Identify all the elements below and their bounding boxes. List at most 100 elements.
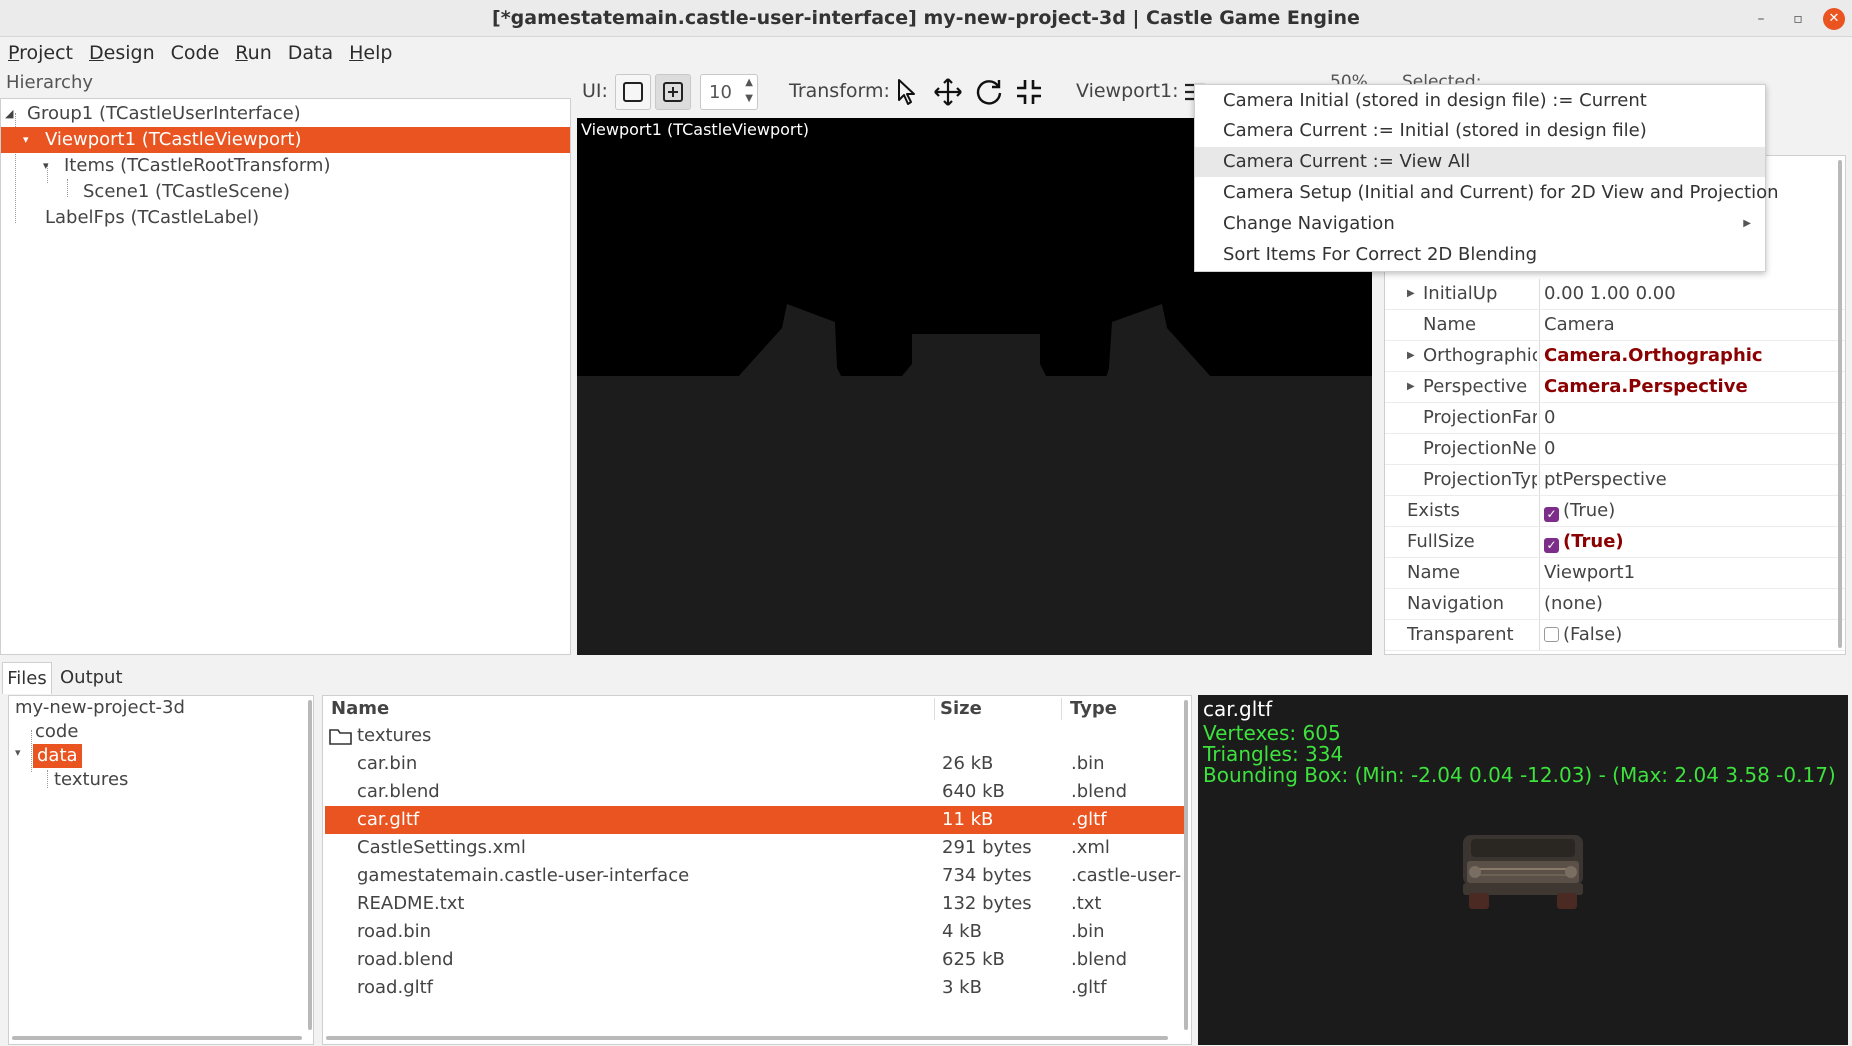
prop-row[interactable]: Exists ✓ (True) — [1385, 496, 1845, 527]
spin-up-icon[interactable]: ▲ — [745, 77, 753, 88]
menu-item-camera-current-initial[interactable]: Camera Current := Initial (stored in des… — [1195, 116, 1765, 146]
viewport-dropdown-menu: Camera Initial (stored in design file) :… — [1194, 84, 1779, 272]
snap-spinbox[interactable]: 10 ▲ ▼ — [700, 74, 758, 110]
prop-row[interactable]: Navigation (none) — [1385, 589, 1845, 620]
file-tree-hscrollbar[interactable] — [12, 1036, 302, 1040]
viewport-caption: Viewport1 (TCastleViewport) — [581, 120, 809, 139]
menu-project[interactable]: Project — [8, 37, 81, 69]
menu-bar: Project Design Code Run Data Help — [0, 37, 1852, 69]
column-header-size[interactable]: Size — [940, 696, 982, 722]
close-icon[interactable]: ✕ — [1823, 8, 1845, 30]
menu-item-camera-initial-current[interactable]: Camera Initial (stored in design file) :… — [1195, 86, 1765, 116]
tree-connector — [47, 770, 48, 788]
menu-run[interactable]: Run — [227, 37, 279, 69]
preview-bounding-box: Bounding Box: (Min: -2.04 0.04 -12.03) -… — [1203, 763, 1836, 787]
scale-tool-button[interactable] — [1011, 74, 1047, 110]
collapse-arrow-icon[interactable]: ◢ — [5, 101, 13, 127]
move-arrows-icon — [934, 78, 962, 106]
expand-arrow-icon[interactable]: ▶ — [1407, 372, 1415, 402]
prop-row[interactable]: ProjectionNear 0 — [1385, 434, 1845, 465]
prop-row[interactable]: ▶ Orthographic Camera.Orthographic — [1385, 341, 1845, 372]
select-tool-button[interactable] — [890, 74, 926, 110]
add-mode-button[interactable] — [655, 74, 691, 110]
hierarchy-item-viewport1[interactable]: ▾ Viewport1 (TCastleViewport) — [1, 127, 570, 153]
file-tree-root[interactable]: my-new-project-3d — [15, 696, 185, 720]
column-divider[interactable] — [1061, 698, 1062, 720]
menu-design[interactable]: Design — [81, 37, 163, 69]
plus-square-icon — [663, 82, 683, 102]
prop-row[interactable]: Transparent (False) — [1385, 620, 1845, 651]
menu-item-camera-setup-2d[interactable]: Camera Setup (Initial and Current) for 2… — [1195, 178, 1779, 208]
move-tool-button[interactable] — [930, 74, 966, 110]
file-row[interactable]: road.bin 4 kB .bin — [325, 918, 1184, 946]
hierarchy-item-items[interactable]: ▾ Items (TCastleRootTransform) — [1, 153, 570, 179]
hierarchy-item-group1[interactable]: ◢ Group1 (TCastleUserInterface) — [1, 101, 570, 127]
prop-row[interactable]: ProjectionType ptPerspective — [1385, 465, 1845, 496]
menu-item-change-navigation[interactable]: Change Navigation ▶ — [1195, 209, 1765, 239]
tab-files[interactable]: Files — [2, 662, 52, 694]
checkbox-unchecked-icon[interactable] — [1544, 627, 1559, 642]
file-row[interactable]: car.blend 640 kB .blend — [325, 778, 1184, 806]
file-tree-item-code[interactable]: code — [35, 720, 78, 744]
file-row[interactable]: car.bin 26 kB .bin — [325, 750, 1184, 778]
spin-down-icon[interactable]: ▼ — [745, 93, 753, 104]
prop-row[interactable]: ▶ InitialUp 0.00 1.00 0.00 — [1385, 279, 1845, 310]
checkbox-checked-icon[interactable]: ✓ — [1544, 538, 1559, 553]
column-header-type[interactable]: Type — [1070, 696, 1117, 722]
cursor-icon — [898, 79, 915, 105]
rect-mode-button[interactable] — [615, 74, 651, 110]
checkbox-checked-icon[interactable]: ✓ — [1544, 507, 1559, 522]
scale-icon — [1017, 80, 1041, 104]
inspector-scrollbar[interactable] — [1838, 160, 1842, 648]
collapse-arrow-icon[interactable]: ▾ — [15, 746, 21, 759]
prop-row[interactable]: Name Camera — [1385, 310, 1845, 341]
file-row-selected[interactable]: car.gltf 11 kB .gltf — [325, 806, 1184, 834]
maximize-icon[interactable]: ▫ — [1787, 8, 1809, 30]
file-row[interactable]: README.txt 132 bytes .txt — [325, 890, 1184, 918]
expand-arrow-icon[interactable]: ▶ — [1407, 341, 1415, 371]
file-tree-vscrollbar[interactable] — [308, 700, 312, 1030]
hierarchy-tree[interactable]: ◢ Group1 (TCastleUserInterface) ▾ Viewpo… — [0, 98, 571, 655]
collapse-arrow-icon[interactable]: ▾ — [43, 153, 49, 179]
file-row[interactable]: textures — [325, 722, 1184, 750]
submenu-arrow-icon: ▶ — [1743, 218, 1751, 229]
menu-item-camera-view-all[interactable]: Camera Current := View All — [1195, 147, 1765, 177]
prop-row[interactable]: FullSize ✓ (True) — [1385, 527, 1845, 558]
file-preview: car.gltf Vertexes: 605 Triangles: 334 Bo… — [1198, 695, 1848, 1045]
expand-arrow-icon[interactable]: ▶ — [1407, 279, 1415, 309]
file-list-hscrollbar[interactable] — [326, 1036, 1168, 1040]
menu-code[interactable]: Code — [163, 37, 228, 69]
collapse-arrow-icon[interactable]: ▾ — [23, 127, 29, 153]
file-list-vscrollbar[interactable] — [1184, 700, 1188, 1030]
column-header-name[interactable]: Name — [331, 696, 389, 722]
file-row[interactable]: gamestatemain.castle-user-interface 734 … — [325, 862, 1184, 890]
viewport-label: Viewport1: — [1076, 80, 1179, 102]
hierarchy-label: Hierarchy — [6, 72, 94, 93]
file-list[interactable]: Name Size Type textures car.bin 26 kB .b… — [322, 695, 1192, 1045]
transform-label: Transform: — [789, 80, 890, 102]
folder-icon — [329, 729, 352, 745]
file-tree[interactable]: my-new-project-3d code ▾ data textures — [8, 695, 314, 1045]
hierarchy-item-labelfps[interactable]: LabelFps (TCastleLabel) — [1, 205, 570, 231]
file-row[interactable]: CastleSettings.xml 291 bytes .xml — [325, 834, 1184, 862]
prop-row[interactable]: Name Viewport1 — [1385, 558, 1845, 589]
tab-output[interactable]: Output — [56, 662, 127, 694]
menu-help[interactable]: Help — [341, 37, 400, 69]
rotate-icon — [976, 80, 1002, 105]
minimize-icon[interactable]: – — [1750, 8, 1772, 30]
file-row[interactable]: road.blend 625 kB .blend — [325, 946, 1184, 974]
file-tree-item-data[interactable]: data — [33, 744, 82, 768]
preview-filename: car.gltf — [1203, 697, 1273, 721]
column-divider[interactable] — [934, 698, 935, 720]
prop-row[interactable]: ▶ Perspective Camera.Perspective — [1385, 372, 1845, 403]
rotate-tool-button[interactable] — [971, 74, 1007, 110]
file-tree-item-textures[interactable]: textures — [54, 768, 128, 792]
window-title: [*gamestatemain.castle-user-interface] m… — [492, 7, 1360, 29]
menu-item-sort-2d-blending[interactable]: Sort Items For Correct 2D Blending — [1195, 240, 1765, 270]
tree-connector — [31, 730, 32, 772]
car-model-thumbnail — [1463, 835, 1583, 909]
hierarchy-item-scene1[interactable]: Scene1 (TCastleScene) — [1, 179, 570, 205]
menu-data[interactable]: Data — [280, 37, 341, 69]
file-row[interactable]: road.gltf 3 kB .gltf — [325, 974, 1184, 1002]
prop-row[interactable]: ProjectionFar 0 — [1385, 403, 1845, 434]
